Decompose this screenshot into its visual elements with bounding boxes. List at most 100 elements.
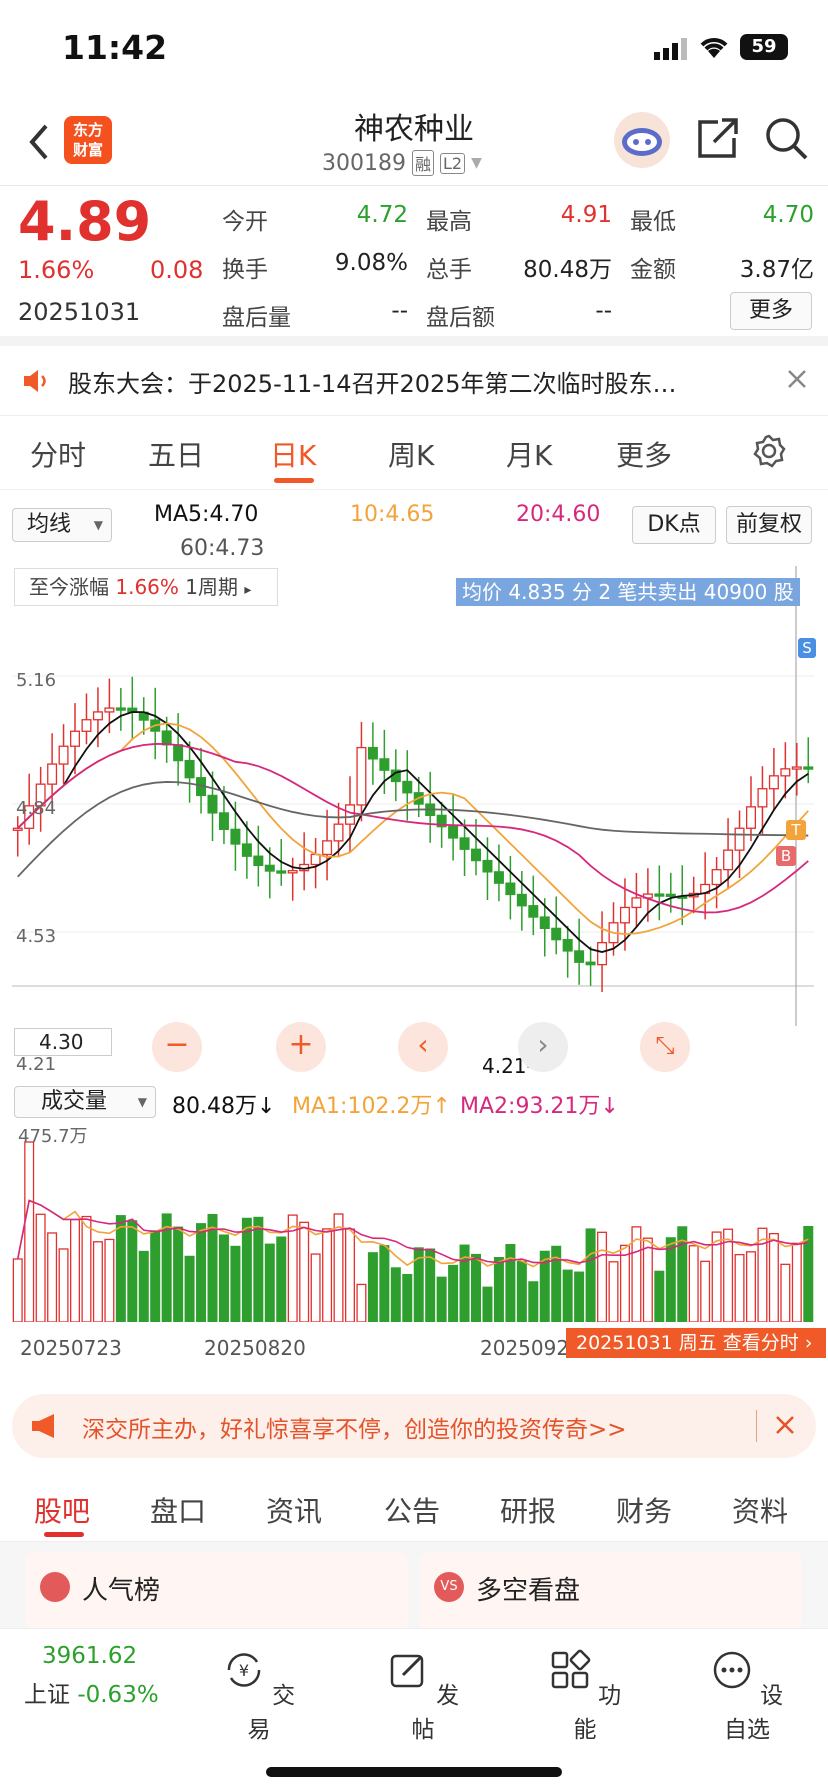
candle-body xyxy=(723,849,734,871)
volume-bar xyxy=(367,1252,378,1322)
more-dots-icon xyxy=(713,1651,751,1689)
stock-name: 神农种业 xyxy=(354,112,474,147)
ma20-line xyxy=(17,743,809,914)
candle-body xyxy=(12,827,23,831)
volume-bar xyxy=(276,1236,287,1322)
tab-announcement[interactable]: 公告 xyxy=(384,1490,440,1530)
active-subtab-indicator xyxy=(44,1532,84,1537)
tab-finance[interactable]: 财务 xyxy=(616,1490,672,1530)
volume-value: 80.48万↓ xyxy=(172,1094,276,1119)
scroll-left-button[interactable]: ‹ xyxy=(398,1022,448,1072)
candle-body xyxy=(585,961,596,966)
tab-news[interactable]: 资讯 xyxy=(266,1490,322,1530)
volume-bar xyxy=(574,1271,585,1322)
candle-body xyxy=(322,840,333,856)
tab-monthly-k[interactable]: 月K xyxy=(506,434,552,474)
content-tabs: 股吧 盘口 资讯 公告 研报 财务 资料 xyxy=(0,1472,828,1542)
high-label: 最高 xyxy=(426,209,472,235)
after-hours-volume-label: 盘后量 xyxy=(222,305,291,331)
kline-svg[interactable] xyxy=(12,566,814,1026)
tab-intraday[interactable]: 分时 xyxy=(30,434,86,474)
post-button[interactable]: 发帖 xyxy=(378,1649,468,1744)
tab-guba[interactable]: 股吧 xyxy=(34,1490,90,1530)
index-widget[interactable]: 3961.62 上证 -0.63% xyxy=(24,1643,184,1709)
trade-button[interactable]: ¥ 交易 xyxy=(214,1649,304,1744)
candle-body xyxy=(356,746,367,806)
more-button[interactable]: 更多 xyxy=(730,292,812,330)
marker-t[interactable]: T xyxy=(786,820,806,840)
after-hours-amount-value: -- xyxy=(595,298,612,324)
status-time: 11:42 xyxy=(62,28,168,67)
candle-body xyxy=(551,927,562,941)
after-hours-amount-label: 盘后额 xyxy=(426,305,495,331)
add-watchlist-button[interactable]: 设自选 xyxy=(702,1649,792,1744)
candle-body xyxy=(81,719,92,732)
volume-bar xyxy=(92,1241,103,1322)
quote-date: 20251031 xyxy=(18,298,141,326)
back-icon[interactable] xyxy=(26,122,50,166)
bottom-toolbar: 3961.62 上证 -0.63% ¥ 交易 发帖 功能 设自选 xyxy=(0,1628,828,1792)
volume-bar xyxy=(448,1264,459,1322)
zoom-in-button[interactable]: + xyxy=(276,1022,326,1072)
candle-body xyxy=(448,826,459,839)
stock-code-row[interactable]: 300189 融 L2 ▼ xyxy=(322,150,482,176)
candle-body xyxy=(734,827,745,851)
zoom-out-button[interactable]: − xyxy=(152,1022,202,1072)
volume-bar xyxy=(654,1270,665,1322)
search-icon[interactable] xyxy=(764,116,808,164)
volume-bar xyxy=(402,1273,413,1322)
candle-body xyxy=(253,855,264,867)
adjust-button[interactable]: 前复权 xyxy=(726,506,812,544)
volume-bar xyxy=(344,1228,355,1322)
volume-select[interactable]: 成交量 ▼ xyxy=(14,1086,156,1118)
volume-bar xyxy=(47,1232,58,1322)
yen-cycle-icon: ¥ xyxy=(227,1653,261,1687)
range-change-box[interactable]: 至今涨幅 1.66% 1周期 ▸ xyxy=(14,568,278,606)
banner-close-icon[interactable] xyxy=(774,1414,796,1440)
candle-body xyxy=(92,711,103,721)
volume-max-label: 475.7万 xyxy=(18,1126,88,1147)
candle-body xyxy=(780,768,791,777)
volume-bar xyxy=(700,1260,711,1322)
robot-assistant-icon[interactable] xyxy=(612,110,672,174)
view-intraday-tip[interactable]: 20251031 周五 查看分时 › xyxy=(566,1328,826,1358)
dk-point-button[interactable]: DK点 xyxy=(632,506,716,544)
tab-more[interactable]: 更多 xyxy=(616,434,672,474)
ma-select[interactable]: 均线 ▼ xyxy=(12,508,112,542)
functions-button[interactable]: 功能 xyxy=(540,1649,630,1744)
candle-body xyxy=(218,812,229,830)
vs-icon: VS xyxy=(434,1572,464,1602)
margin-badge: 融 xyxy=(411,150,434,176)
popularity-card[interactable]: 人气榜 xyxy=(26,1552,408,1632)
candle-body xyxy=(264,864,275,872)
change-percent: 1.66% xyxy=(18,256,95,284)
buy-marker-b[interactable]: B xyxy=(776,846,796,866)
tab-weekly-k[interactable]: 周K xyxy=(388,434,434,474)
sell-marker-s[interactable]: S xyxy=(798,638,816,658)
volume-bar xyxy=(196,1223,207,1322)
index-value: 3961.62 xyxy=(42,1643,138,1669)
scroll-right-button[interactable]: › xyxy=(518,1022,568,1072)
candle-body xyxy=(757,788,768,808)
volume-svg[interactable] xyxy=(12,1122,814,1322)
settings-icon[interactable] xyxy=(752,434,786,472)
notice-bar[interactable]: 股东大会：于2025-11-14召开2025年第二次临时股东… xyxy=(0,346,828,416)
tab-pankou[interactable]: 盘口 xyxy=(150,1490,206,1530)
fullscreen-button[interactable]: ⤡ xyxy=(640,1022,690,1072)
volume-bar xyxy=(81,1215,92,1322)
volume-bar xyxy=(264,1243,275,1322)
volume-bar xyxy=(24,1141,35,1322)
bull-bear-card[interactable]: VS 多空看盘 xyxy=(420,1552,802,1632)
status-bar: 11:42 59 xyxy=(0,0,828,100)
volume-bar xyxy=(482,1286,493,1322)
volume-bar xyxy=(425,1248,436,1322)
tab-five-day[interactable]: 五日 xyxy=(148,434,204,474)
tab-profile[interactable]: 资料 xyxy=(732,1490,788,1530)
tab-research[interactable]: 研报 xyxy=(500,1490,556,1530)
tab-daily-k[interactable]: 日K xyxy=(270,434,316,474)
volume-bar xyxy=(218,1234,229,1322)
share-icon[interactable] xyxy=(696,116,740,164)
close-icon[interactable] xyxy=(786,368,808,394)
promo-banner[interactable]: 深交所主办，好礼惊喜享不停，创造你的投资传奇>> xyxy=(12,1394,816,1458)
candle-body xyxy=(631,897,642,909)
